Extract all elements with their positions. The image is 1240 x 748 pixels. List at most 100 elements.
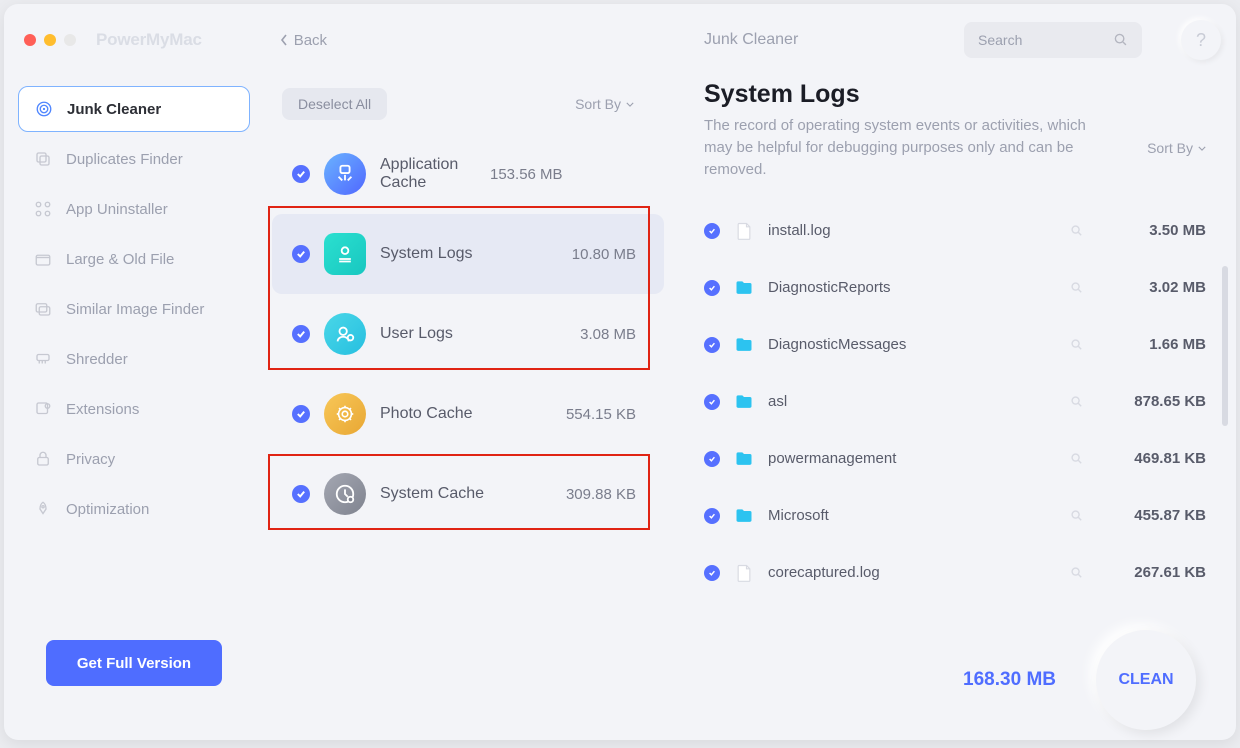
reveal-icon[interactable]	[1070, 224, 1084, 238]
back-button[interactable]: Back	[280, 32, 327, 49]
sort-by-button[interactable]: Sort By	[575, 96, 634, 112]
maximize-window-icon	[64, 34, 76, 46]
help-button[interactable]: ?	[1181, 20, 1221, 60]
checkbox-icon[interactable]	[292, 245, 310, 263]
category-size: 10.80 MB	[572, 246, 636, 263]
checkbox-icon[interactable]	[704, 394, 720, 410]
search-placeholder: Search	[978, 32, 1022, 48]
category-size: 153.56 MB	[490, 166, 563, 183]
category-application-cache[interactable]: Application Cache 153.56 MB	[272, 134, 664, 214]
file-row[interactable]: Microsoft455.87 KB	[704, 487, 1206, 544]
category-system-logs[interactable]: System Logs 10.80 MB	[272, 214, 664, 294]
checkbox-icon[interactable]	[704, 565, 720, 581]
checkbox-icon[interactable]	[704, 280, 720, 296]
clean-button[interactable]: CLEAN	[1096, 630, 1196, 730]
category-size: 3.08 MB	[580, 326, 636, 343]
file-size: 3.50 MB	[1118, 222, 1206, 239]
sidebar-item-label: Large & Old File	[66, 251, 174, 268]
folder-icon	[734, 392, 754, 412]
copy-icon	[34, 150, 52, 168]
deselect-all-button[interactable]: Deselect All	[282, 88, 387, 120]
file-icon	[734, 221, 754, 241]
folder-icon	[734, 278, 754, 298]
file-row[interactable]: corecaptured.log267.61 KB	[704, 544, 1206, 601]
file-name: DiagnosticMessages	[768, 336, 1056, 353]
sidebar-item-shredder[interactable]: Shredder	[18, 336, 250, 382]
category-label: System Cache	[380, 485, 566, 503]
system-logs-icon	[324, 233, 366, 275]
app-cache-icon	[324, 153, 366, 195]
folder-icon	[734, 335, 754, 355]
file-size: 878.65 KB	[1118, 393, 1206, 410]
checkbox-icon[interactable]	[292, 485, 310, 503]
file-row[interactable]: powermanagement 469.81 KB	[704, 430, 1206, 487]
target-icon	[35, 100, 53, 118]
sidebar-item-label: Extensions	[66, 401, 139, 418]
images-icon	[34, 300, 52, 318]
sort-by-label: Sort By	[575, 96, 621, 112]
file-name: Microsoft	[768, 507, 1056, 524]
reveal-icon[interactable]	[1070, 338, 1084, 352]
file-name: DiagnosticReports	[768, 279, 1056, 296]
category-system-cache[interactable]: System Cache 309.88 KB	[272, 454, 664, 534]
sidebar-item-junk-cleaner[interactable]: Junk Cleaner	[18, 86, 250, 132]
checkbox-icon[interactable]	[704, 337, 720, 353]
folder-icon	[734, 506, 754, 526]
sidebar-item-label: Duplicates Finder	[66, 151, 183, 168]
sidebar-item-label: Optimization	[66, 501, 149, 518]
sidebar-item-large-old[interactable]: Large & Old File	[18, 236, 250, 282]
category-photo-cache[interactable]: Photo Cache 554.15 KB	[272, 374, 664, 454]
checkbox-icon[interactable]	[704, 223, 720, 239]
sidebar-item-label: Similar Image Finder	[66, 301, 204, 318]
category-user-logs[interactable]: User Logs 3.08 MB	[272, 294, 664, 374]
sidebar-item-extensions[interactable]: Extensions	[18, 386, 250, 432]
file-name: asl	[768, 393, 1056, 410]
sidebar-item-label: Junk Cleaner	[67, 101, 161, 118]
reveal-icon[interactable]	[1070, 395, 1084, 409]
window-controls[interactable]	[24, 34, 76, 46]
file-row[interactable]: asl 878.65 KB	[704, 373, 1206, 430]
reveal-icon[interactable]	[1070, 281, 1084, 295]
file-row[interactable]: install.log3.50 MB	[704, 202, 1206, 259]
file-size: 3.02 MB	[1118, 279, 1206, 296]
file-name: powermanagement	[768, 450, 1056, 467]
reveal-icon[interactable]	[1070, 509, 1084, 523]
category-label: User Logs	[380, 325, 580, 343]
category-label: Photo Cache	[380, 405, 566, 423]
file-icon	[734, 563, 754, 583]
file-size: 469.81 KB	[1118, 450, 1206, 467]
reveal-icon[interactable]	[1070, 566, 1084, 580]
app-title: PowerMyMac	[96, 30, 202, 50]
apps-icon	[34, 200, 52, 218]
sidebar-item-privacy[interactable]: Privacy	[18, 436, 250, 482]
minimize-window-icon[interactable]	[44, 34, 56, 46]
file-row[interactable]: DiagnosticMessages1.66 MB	[704, 316, 1206, 373]
sidebar-item-optimization[interactable]: Optimization	[18, 486, 250, 532]
search-icon	[1114, 33, 1128, 47]
checkbox-icon[interactable]	[292, 325, 310, 343]
system-cache-icon	[324, 473, 366, 515]
reveal-icon[interactable]	[1070, 452, 1084, 466]
total-size: 168.30 MB	[963, 669, 1056, 691]
shredder-icon	[34, 350, 52, 368]
page-title: Junk Cleaner	[704, 31, 798, 49]
puzzle-icon	[34, 400, 52, 418]
chevron-down-icon	[1198, 146, 1206, 151]
sidebar-item-similar-image[interactable]: Similar Image Finder	[18, 286, 250, 332]
scrollbar[interactable]	[1222, 266, 1228, 426]
sidebar-item-duplicates[interactable]: Duplicates Finder	[18, 136, 250, 182]
sidebar-item-uninstaller[interactable]: App Uninstaller	[18, 186, 250, 232]
search-input[interactable]: Search	[964, 22, 1142, 58]
close-window-icon[interactable]	[24, 34, 36, 46]
checkbox-icon[interactable]	[292, 165, 310, 183]
detail-sort-by-button[interactable]: Sort By	[1147, 140, 1206, 156]
lock-icon	[34, 450, 52, 468]
get-full-version-button[interactable]: Get Full Version	[46, 640, 222, 686]
file-row[interactable]: DiagnosticReports 3.02 MB	[704, 259, 1206, 316]
file-size: 267.61 KB	[1118, 564, 1206, 581]
sort-by-label: Sort By	[1147, 140, 1193, 156]
rocket-icon	[34, 500, 52, 518]
checkbox-icon[interactable]	[292, 405, 310, 423]
checkbox-icon[interactable]	[704, 451, 720, 467]
checkbox-icon[interactable]	[704, 508, 720, 524]
